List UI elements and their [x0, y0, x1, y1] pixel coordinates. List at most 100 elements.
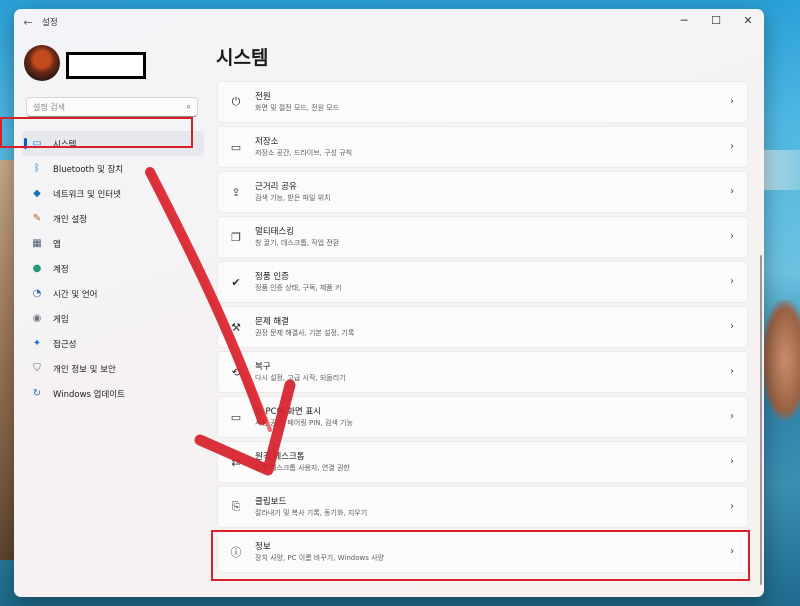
settings-card[interactable]: ⓘ 정보 장치 사양, PC 이름 바꾸기, Windows 사양 ›: [217, 531, 748, 573]
sidebar: ⌕ ▭ 시스템 ᛒ Bluetooth 및 장치 ◆ 네트워크 및 인터넷 ✎ 개인 설정 ▦앱…: [14, 35, 212, 595]
settings-card[interactable]: ❐ 멀티태스킹 창 끌기, 데스크톱, 작업 전환 ›: [217, 216, 748, 258]
chevron-right-icon[interactable]: ›: [730, 231, 734, 242]
sidebar-item-label: 개인 설정: [53, 214, 87, 225]
settings-card[interactable]: ⏻ 전원 화면 및 절전 모드, 전원 모드 ›: [217, 81, 748, 123]
bluetooth-icon: ᛒ: [34, 163, 40, 174]
search-input[interactable]: [33, 102, 187, 112]
card-subtitle: 화면 및 절전 모드, 전원 모드: [255, 103, 340, 112]
sidebar-item-label: 게임: [53, 314, 69, 325]
chevron-right-icon[interactable]: ›: [730, 501, 734, 512]
chevron-right-icon[interactable]: ›: [730, 411, 734, 422]
settings-window: ← 설정 ─ ☐ ✕ ⌕ ▭ 시스템 ᛒ Bluetooth 및 장치 ◆ 네트워크 및 …: [14, 9, 764, 597]
chevron-right-icon[interactable]: ›: [730, 276, 734, 287]
sidebar-item[interactable]: ◆ 네트워크 및 인터넷: [22, 181, 204, 206]
card-text: 문제 해결 권장 문제 해결사, 기본 설정, 기록: [255, 316, 354, 339]
check-circle-icon: ✔: [231, 275, 241, 289]
brush-icon: ✎: [32, 213, 42, 224]
sidebar-item[interactable]: ᛒ Bluetooth 및 장치: [22, 156, 204, 181]
card-subtitle: 잘라내기 및 복사 기록, 동기화, 지우기: [255, 508, 368, 517]
card-title: 전원: [255, 91, 271, 102]
sidebar-item[interactable]: ✦ 접근성: [22, 331, 204, 356]
card-text: 복구 다시 설정, 고급 시작, 되돌리기: [255, 361, 346, 384]
sidebar-item[interactable]: ↻ Windows 업데이트: [22, 381, 204, 406]
card-text: 클립보드 잘라내기 및 복사 기록, 동기화, 지우기: [255, 496, 367, 519]
sidebar-item[interactable]: ▭ 시스템: [22, 131, 204, 156]
search-box[interactable]: ⌕: [26, 97, 198, 117]
recovery-icon: ⟲: [231, 365, 241, 379]
settings-card[interactable]: ⚒ 문제 해결 권장 문제 해결사, 기본 설정, 기록 ›: [217, 306, 748, 348]
card-subtitle: 사용 권한, 페어링 PIN, 검색 기능: [255, 418, 353, 427]
card-title: 클립보드: [255, 496, 287, 507]
card-subtitle: 검색 기능, 받은 파일 위치: [255, 193, 331, 202]
sidebar-nav: ▭ 시스템 ᛒ Bluetooth 및 장치 ◆ 네트워크 및 인터넷 ✎ 개인 설정 ▦ 앱 ● 계…: [14, 131, 212, 406]
username-redacted-box: [66, 52, 146, 79]
chevron-right-icon[interactable]: ›: [730, 141, 734, 152]
card-title: 원격 데스크톱: [255, 451, 305, 462]
avatar[interactable]: [24, 45, 60, 81]
search-icon[interactable]: ⌕: [187, 102, 191, 112]
card-text: 멀티태스킹 창 끌기, 데스크톱, 작업 전환: [255, 226, 339, 249]
wallpaper-rocks-right: [762, 300, 800, 420]
wifi-icon: ◆: [33, 188, 41, 199]
info-icon: ⓘ: [230, 546, 242, 559]
sidebar-item[interactable]: ⛉ 개인 정보 및 보안: [22, 356, 204, 381]
sidebar-item-label: 계정: [53, 264, 69, 275]
sidebar-item-label: 시간 및 언어: [53, 289, 98, 300]
settings-card[interactable]: ⎘ 클립보드 잘라내기 및 복사 기록, 동기화, 지우기 ›: [217, 486, 748, 528]
card-subtitle: 창 끌기, 데스크톱, 작업 전환: [255, 238, 340, 247]
share-icon: ⇪: [231, 185, 241, 199]
card-subtitle: 원격 데스크톱 사용자, 연결 권한: [255, 463, 350, 472]
sidebar-item-label: 네트워크 및 인터넷: [53, 189, 121, 200]
chevron-right-icon[interactable]: ›: [730, 366, 734, 377]
settings-card[interactable]: ▭ 이 PC에 화면 표시 사용 권한, 페어링 PIN, 검색 기능 ›: [217, 396, 748, 438]
card-title: 정품 인증: [255, 271, 289, 282]
chevron-right-icon[interactable]: ›: [730, 186, 734, 197]
selected-indicator: [24, 138, 27, 149]
settings-card[interactable]: ✔ 정품 인증 정품 인증 상태, 구독, 제품 키 ›: [217, 261, 748, 303]
sidebar-item[interactable]: ✎ 개인 설정: [22, 206, 204, 231]
card-title: 멀티태스킹: [255, 226, 295, 237]
chevron-right-icon[interactable]: ›: [730, 321, 734, 332]
chevron-right-icon[interactable]: ›: [730, 546, 734, 557]
sidebar-item[interactable]: ● 계정: [22, 256, 204, 281]
main-content: 시스템 ⏻ 전원 화면 및 절전 모드, 전원 모드 › ▭ 저장소 저장소 공간, 드라이…: [211, 35, 764, 595]
card-subtitle: 장치 사양, PC 이름 바꾸기, Windows 사양: [255, 553, 384, 562]
back-arrow-icon[interactable]: ←: [14, 9, 42, 35]
app-title: 설정: [42, 18, 58, 28]
card-subtitle: 정품 인증 상태, 구독, 제품 키: [255, 283, 342, 292]
scrollbar[interactable]: [760, 255, 762, 585]
wallpaper-beach-right: [762, 150, 800, 190]
monitor-icon: ▭: [32, 138, 42, 149]
card-text: 원격 데스크톱 원격 데스크톱 사용자, 연결 권한: [255, 451, 350, 474]
chevron-right-icon[interactable]: ›: [730, 456, 734, 467]
settings-card[interactable]: ▭ 저장소 저장소 공간, 드라이브, 구성 규칙 ›: [217, 126, 748, 168]
wrench-icon: ⚒: [231, 320, 241, 334]
update-icon: ↻: [32, 388, 42, 399]
maximize-button[interactable]: ☐: [700, 9, 732, 31]
card-title: 저장소: [255, 136, 279, 147]
accessibility-icon: ✦: [32, 338, 42, 349]
title-bar: ← 설정 ─ ☐ ✕: [14, 9, 764, 35]
window-controls: ─ ☐ ✕: [668, 9, 764, 31]
card-title: 정보: [255, 541, 271, 552]
chevron-right-icon[interactable]: ›: [730, 96, 734, 107]
sidebar-item-label: Windows 업데이트: [53, 389, 125, 400]
close-button[interactable]: ✕: [732, 9, 764, 31]
power-icon: ⏻: [231, 95, 241, 108]
settings-card[interactable]: ⟲ 복구 다시 설정, 고급 시작, 되돌리기 ›: [217, 351, 748, 393]
settings-card[interactable]: ⇪ 근거리 공유 검색 기능, 받은 파일 위치 ›: [217, 171, 748, 213]
card-title: 이 PC에 화면 표시: [255, 406, 322, 417]
sidebar-item-label: 시스템: [53, 139, 77, 150]
clipboard-icon: ⎘: [231, 500, 241, 513]
settings-card[interactable]: ⇄ 원격 데스크톱 원격 데스크톱 사용자, 연결 권한 ›: [217, 441, 748, 483]
card-text: 근거리 공유 검색 기능, 받은 파일 위치: [255, 181, 331, 204]
sidebar-item-label: Bluetooth 및 장치: [53, 164, 124, 175]
sidebar-item[interactable]: ▦ 앱: [22, 231, 204, 256]
page-title: 시스템: [216, 47, 269, 69]
sidebar-item[interactable]: ◔ 시간 및 언어: [22, 281, 204, 306]
shield-icon: ⛉: [33, 363, 41, 374]
card-text: 전원 화면 및 절전 모드, 전원 모드: [255, 91, 339, 114]
minimize-button[interactable]: ─: [668, 9, 700, 31]
card-text: 정보 장치 사양, PC 이름 바꾸기, Windows 사양: [255, 541, 384, 564]
sidebar-item[interactable]: ◉ 게임: [22, 306, 204, 331]
